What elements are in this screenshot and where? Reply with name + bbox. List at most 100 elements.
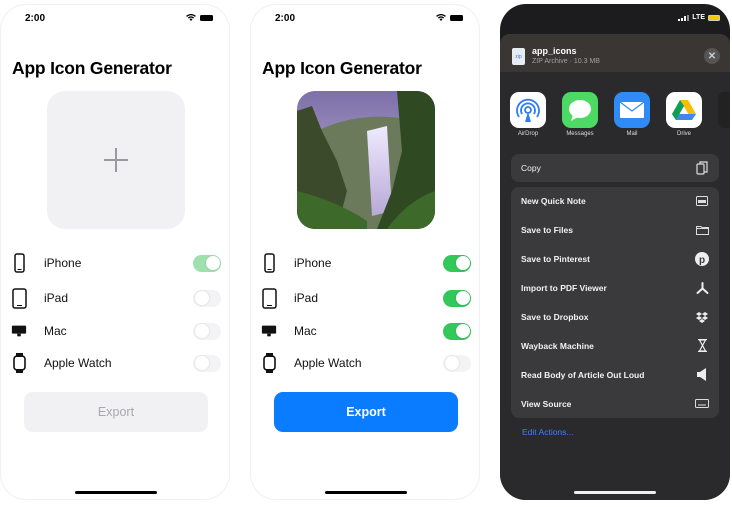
status-icons: LTE (678, 14, 720, 21)
messages-icon (562, 92, 598, 128)
action-label: Import to PDF Viewer (521, 283, 607, 294)
page-title: App Icon Generator (262, 58, 422, 78)
google-drive-icon (666, 92, 702, 128)
device-row-ipad: iPad (11, 286, 221, 310)
network-label: LTE (692, 14, 705, 21)
phone-screen-filled: 2:00 App Icon Generator iPhone iPad Mac … (250, 4, 480, 500)
action-import-to-pdf-viewer[interactable]: Import to PDF Viewer (521, 274, 709, 303)
device-row-mac: Mac (261, 319, 471, 343)
device-row-ipad: iPad (261, 286, 471, 310)
zip-file-icon: zip (512, 48, 525, 65)
iphone-toggle[interactable] (193, 254, 221, 272)
add-image-button[interactable] (47, 91, 185, 229)
wifi-icon (186, 14, 196, 21)
iphone-icon (261, 253, 277, 273)
plus-icon (104, 148, 128, 172)
speaker-icon (695, 368, 709, 382)
status-time: 2:00 (25, 13, 46, 24)
action-save-to-files[interactable]: Save to Files (521, 216, 709, 245)
file-meta: ZIP Archive · 10.3 MB (532, 58, 600, 65)
ipad-icon (11, 287, 27, 309)
status-time: 2:00 (275, 13, 296, 24)
share-app-more[interactable] (718, 92, 730, 128)
app-label: Mail (626, 131, 638, 137)
share-header: zip app_icons ZIP Archive · 10.3 MB ✕ (500, 34, 730, 72)
home-indicator (574, 491, 656, 494)
iphone-icon (11, 253, 27, 273)
apple-watch-toggle[interactable] (443, 354, 471, 372)
app-label: Messages (566, 131, 594, 137)
device-row-mac: Mac (11, 319, 221, 343)
export-button[interactable]: Export (24, 392, 208, 432)
battery-icon (450, 14, 463, 21)
action-save-to-pinterest[interactable]: Save to Pinterest p (521, 245, 709, 274)
wifi-icon (436, 14, 446, 21)
device-label: Mac (44, 324, 67, 338)
copy-icon (695, 161, 709, 175)
phone-screen-empty: 2:00 App Icon Generator iPhone iPad Mac … (0, 4, 230, 500)
hourglass-icon (695, 339, 709, 353)
device-label: Apple Watch (44, 356, 112, 370)
device-row-iphone: iPhone (11, 251, 221, 275)
airdrop-icon (510, 92, 546, 128)
device-row-apple-watch: Apple Watch (11, 351, 221, 375)
device-label: iPad (44, 291, 69, 305)
status-icons (436, 14, 463, 21)
home-indicator (75, 491, 157, 494)
share-app-messages[interactable]: Messages (562, 92, 598, 137)
svg-text:p: p (699, 255, 705, 266)
mac-toggle[interactable] (193, 322, 221, 340)
share-app-mail[interactable]: Mail (614, 92, 650, 137)
copy-button[interactable]: Copy (511, 154, 719, 182)
export-button[interactable]: Export (274, 392, 458, 432)
keyboard-icon (695, 397, 709, 411)
apple-watch-icon (261, 353, 277, 373)
action-view-source[interactable]: View Source (521, 389, 709, 418)
iphone-toggle[interactable] (443, 254, 471, 272)
action-new-quick-note[interactable]: New Quick Note (521, 187, 709, 216)
pinterest-icon: p (695, 252, 709, 267)
action-wayback-machine[interactable]: Wayback Machine (521, 331, 709, 360)
page-title: App Icon Generator (12, 58, 172, 78)
file-name: app_icons (532, 46, 577, 56)
pdf-viewer-icon (695, 281, 709, 295)
mac-icon (261, 321, 277, 341)
device-row-iphone: iPhone (261, 251, 471, 275)
apple-watch-toggle[interactable] (193, 354, 221, 372)
device-label: iPad (294, 291, 319, 305)
apple-watch-icon (11, 353, 27, 373)
share-app-drive[interactable]: Drive (666, 92, 702, 137)
waterfall-photo[interactable] (297, 91, 435, 229)
quick-note-icon (695, 194, 709, 208)
action-label: View Source (521, 398, 572, 409)
share-app-airdrop[interactable]: AirDrop (510, 92, 546, 137)
action-save-to-dropbox[interactable]: Save to Dropbox (521, 303, 709, 332)
edit-actions-link[interactable]: Edit Actions... (522, 427, 574, 437)
device-label: Mac (294, 324, 317, 338)
action-label: Save to Dropbox (521, 312, 589, 322)
action-read-aloud[interactable]: Read Body of Article Out Loud (521, 360, 709, 389)
copy-label: Copy (521, 163, 541, 173)
action-label: New Quick Note (521, 196, 586, 207)
close-button[interactable]: ✕ (704, 48, 720, 64)
action-list: New Quick Note Save to Files Save to Pin… (511, 187, 719, 419)
app-label: AirDrop (517, 131, 539, 137)
device-label: Apple Watch (294, 356, 362, 370)
device-label: iPhone (44, 256, 82, 270)
signal-icon (678, 14, 690, 21)
ipad-icon (261, 287, 277, 309)
device-label: iPhone (294, 256, 332, 270)
ipad-toggle[interactable] (443, 289, 471, 307)
ipad-toggle[interactable] (193, 289, 221, 307)
battery-charging-icon (708, 14, 720, 21)
device-row-apple-watch: Apple Watch (261, 351, 471, 375)
action-label: Save to Files (521, 225, 573, 236)
share-sheet: zip app_icons ZIP Archive · 10.3 MB ✕ Ai… (500, 34, 730, 500)
action-label: Read Body of Article Out Loud (521, 369, 645, 380)
action-label: Save to Pinterest (521, 254, 590, 265)
share-sheet-screen: LTE zip app_icons ZIP Archive · 10.3 MB … (500, 4, 730, 500)
mail-icon (614, 92, 650, 128)
mac-toggle[interactable] (443, 322, 471, 340)
dropbox-icon (695, 310, 709, 324)
app-row: AirDrop Messages Mail Drive (510, 92, 702, 137)
